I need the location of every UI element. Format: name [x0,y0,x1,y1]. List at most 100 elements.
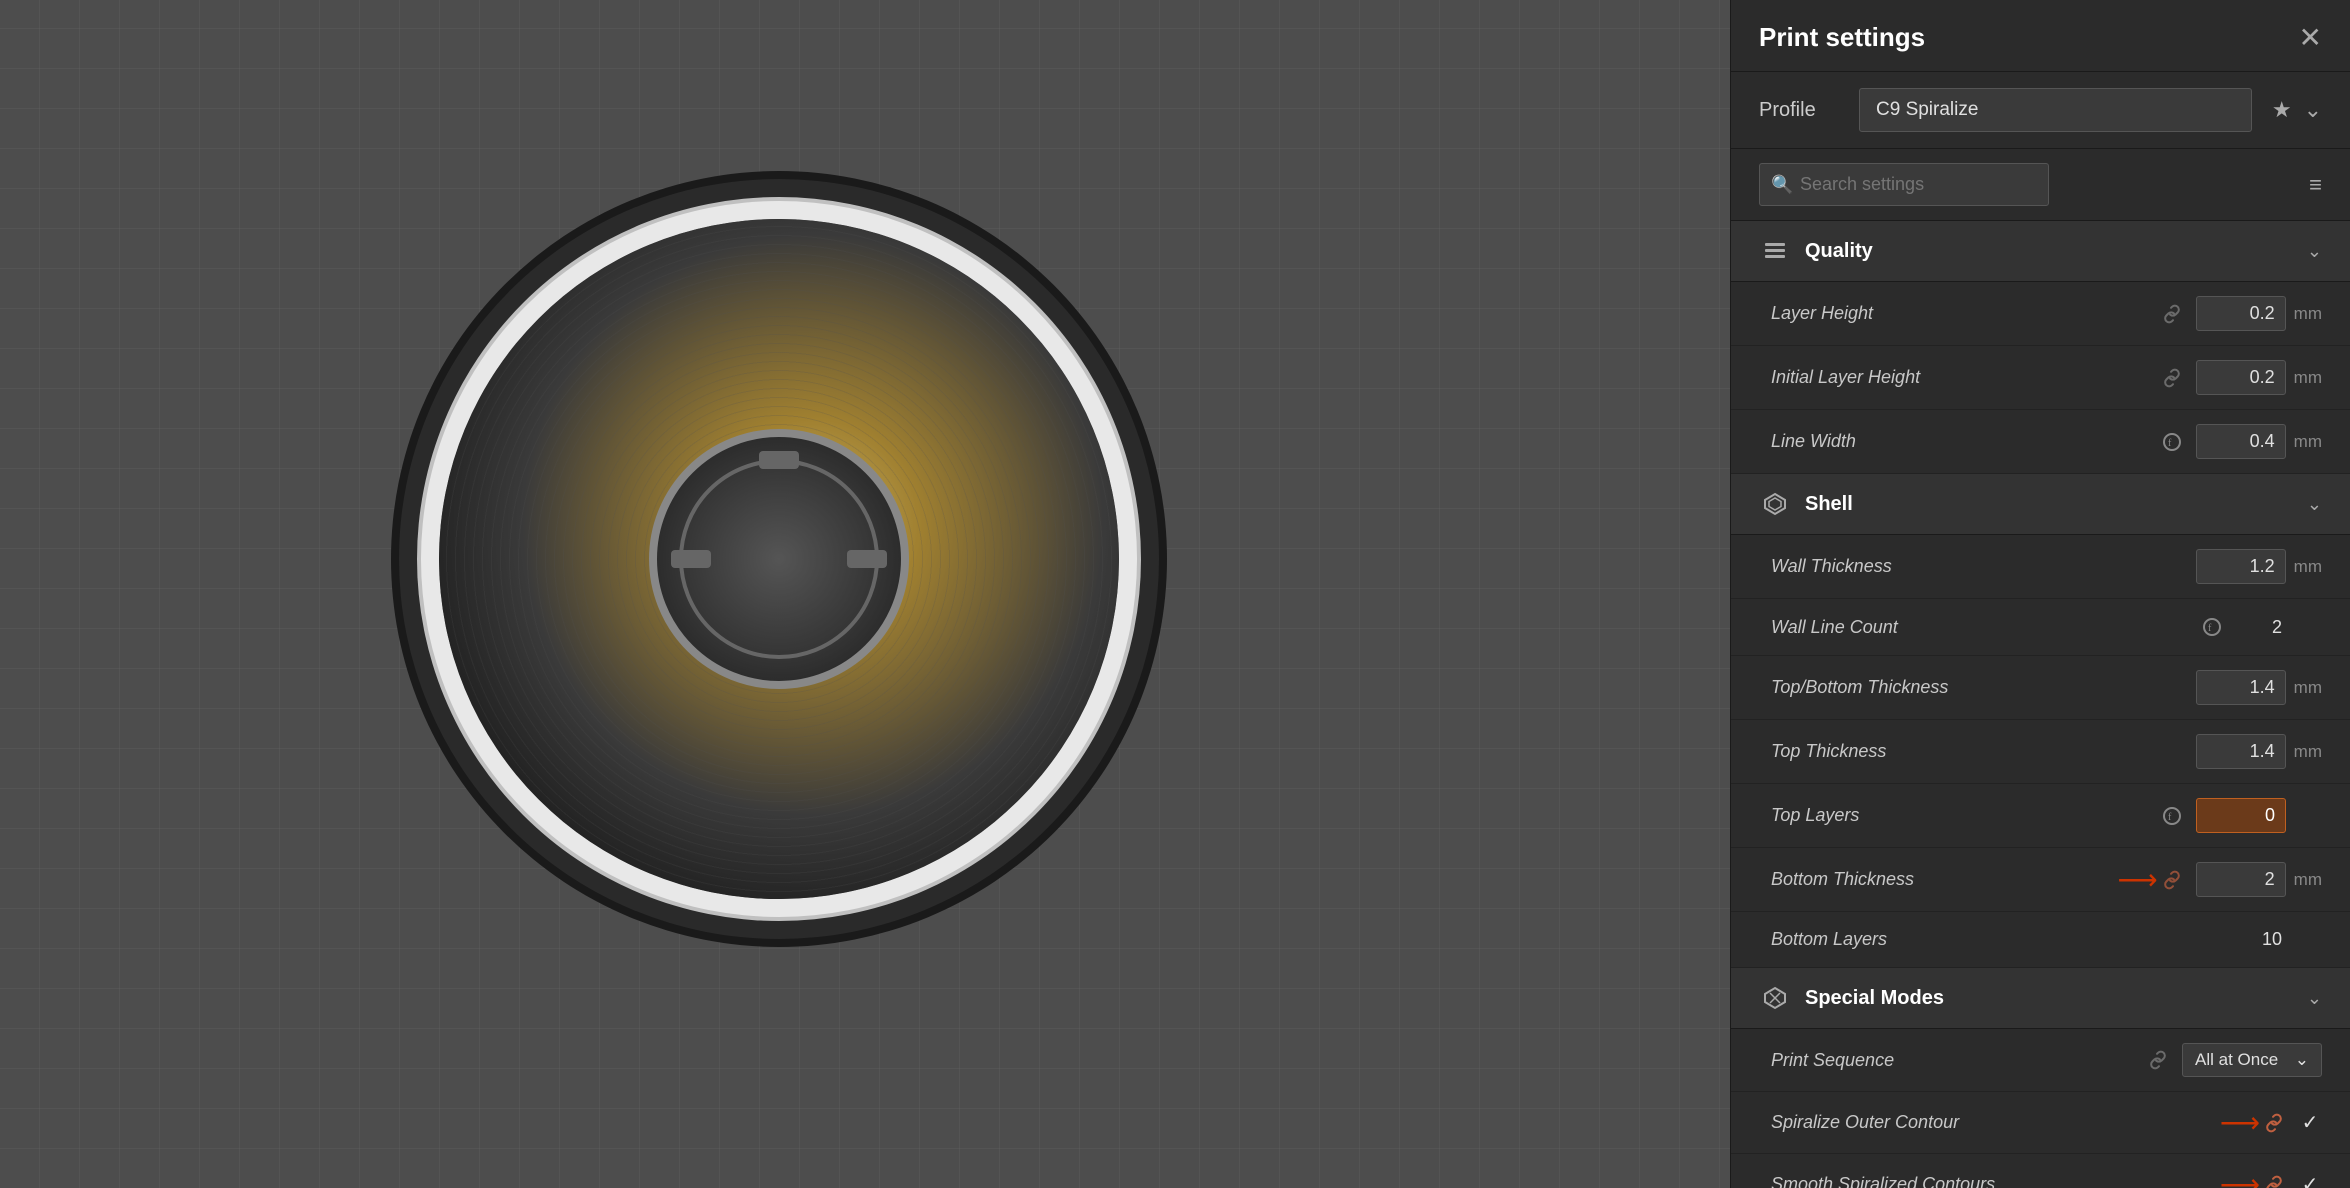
setting-spiralize-outer-contour: Spiralize Outer Contour ⟶ ✓ [1731,1092,2350,1154]
cylinder-inner-detail [679,459,879,659]
spiralize-checkbox[interactable]: ✓ [2298,1111,2322,1135]
search-wrapper: 🔍 [1759,163,2299,206]
panel-header: Print settings ✕ [1731,0,2350,72]
svg-text:f: f [2208,623,2212,634]
smooth-spiralized-checkbox[interactable]: ✓ [2298,1173,2322,1188]
top-layers-func-icon: f [2158,802,2186,830]
setting-wall-line-count: Wall Line Count f 2 [1731,599,2350,656]
connector-clip-right [847,550,887,568]
special-modes-section-title: Special Modes [1805,987,2307,1010]
section-quality[interactable]: Quality ⌄ [1731,221,2350,282]
bottom-layers-label: Bottom Layers [1771,929,2236,950]
line-width-unit: mm [2294,432,2322,452]
quality-section-icon [1759,235,1791,267]
spiralize-link-icon [2260,1109,2288,1137]
quality-section-title: Quality [1805,240,2307,263]
profile-label: Profile [1759,99,1839,122]
top-thickness-label: Top Thickness [1771,741,2196,762]
wall-thickness-input[interactable] [2196,549,2286,584]
top-bottom-thickness-label: Top/Bottom Thickness [1771,677,2196,698]
print-sequence-value: All at Once [2195,1050,2278,1070]
red-arrow-icon: ⟶ [2118,863,2158,896]
svg-text:f: f [2168,812,2172,823]
print-sequence-dropdown[interactable]: All at Once ⌄ [2182,1043,2322,1077]
search-row: 🔍 ≡ [1731,149,2350,221]
bottom-thickness-input[interactable] [2196,862,2286,897]
setting-initial-layer-height: Initial Layer Height mm [1731,346,2350,410]
line-width-func-icon: f [2158,428,2186,456]
section-shell[interactable]: Shell ⌄ [1731,474,2350,535]
spiralize-arrow: ⟶ [2220,1106,2288,1139]
setting-line-width: Line Width f mm [1731,410,2350,474]
top-layers-input[interactable] [2196,798,2286,833]
wall-thickness-label: Wall Thickness [1771,556,2196,577]
print-sequence-label: Print Sequence [1771,1050,2144,1071]
top-thickness-input[interactable] [2196,734,2286,769]
profile-select[interactable]: C9 Spiralize [1859,88,2252,132]
settings-list: Quality ⌄ Layer Height mm Initial Layer … [1731,221,2350,1188]
layer-height-unit: mm [2294,304,2322,324]
setting-print-sequence: Print Sequence All at Once ⌄ [1731,1029,2350,1092]
wall-line-count-value: 2 [2236,617,2286,638]
shell-chevron-icon: ⌄ [2307,494,2322,515]
search-icon: 🔍 [1771,174,1793,195]
line-width-input[interactable] [2196,424,2286,459]
connector-clip-top [759,451,799,469]
smooth-spiralized-arrow: ⟶ [2220,1168,2288,1188]
panel-title: Print settings [1759,22,1925,53]
smooth-spiralized-red-arrow-icon: ⟶ [2220,1168,2260,1188]
viewport-background [0,0,1730,1188]
bottom-layers-value: 10 [2236,929,2286,950]
bottom-thickness-unit: mm [2294,870,2322,890]
setting-layer-height: Layer Height mm [1731,282,2350,346]
special-modes-chevron-icon: ⌄ [2307,988,2322,1009]
spiralize-outer-contour-label: Spiralize Outer Contour [1771,1112,2220,1133]
setting-top-layers: Top Layers f [1731,784,2350,848]
setting-bottom-layers: Bottom Layers 10 [1731,912,2350,968]
wall-thickness-unit: mm [2294,557,2322,577]
smooth-spiralized-link-icon [2260,1171,2288,1188]
layer-height-label: Layer Height [1771,303,2158,324]
layer-height-input[interactable] [2196,296,2286,331]
initial-layer-height-label: Initial Layer Height [1771,367,2158,388]
connector-clip-left [671,550,711,568]
bottom-thickness-arrow: ⟶ [2118,863,2186,896]
initial-layer-height-input[interactable] [2196,360,2286,395]
close-button[interactable]: ✕ [2299,24,2322,52]
top-bottom-thickness-unit: mm [2294,678,2322,698]
setting-bottom-thickness: Bottom Thickness ⟶ mm [1731,848,2350,912]
smooth-spiralized-contours-label: Smooth Spiralized Contours [1771,1174,2220,1188]
setting-top-thickness: Top Thickness mm [1731,720,2350,784]
star-button[interactable]: ★ [2272,97,2292,123]
bottom-thickness-link-icon [2158,866,2186,894]
wall-line-count-func-icon: f [2198,613,2226,641]
section-special-modes[interactable]: Special Modes ⌄ [1731,968,2350,1029]
special-modes-section-icon [1759,982,1791,1014]
svg-text:f: f [2168,438,2172,449]
setting-top-bottom-thickness: Top/Bottom Thickness mm [1731,656,2350,720]
top-bottom-thickness-input[interactable] [2196,670,2286,705]
print-settings-panel: Print settings ✕ Profile C9 Spiralize ★ … [1730,0,2350,1188]
layer-height-link-icon [2158,300,2186,328]
profile-actions: ★ ⌄ [2272,97,2322,123]
cylinder-inner-ring [649,429,909,689]
3d-object [404,219,1154,969]
cylinder-body [439,219,1119,899]
initial-layer-height-unit: mm [2294,368,2322,388]
chevron-down-icon[interactable]: ⌄ [2304,97,2322,123]
line-width-label: Line Width [1771,431,2158,452]
setting-wall-thickness: Wall Thickness mm [1731,535,2350,599]
3d-viewport[interactable] [0,0,1730,1188]
top-thickness-unit: mm [2294,742,2322,762]
quality-chevron-icon: ⌄ [2307,241,2322,262]
shell-section-icon [1759,488,1791,520]
menu-icon[interactable]: ≡ [2309,172,2322,198]
bottom-thickness-label: Bottom Thickness [1771,869,2118,890]
spiralize-red-arrow-icon: ⟶ [2220,1106,2260,1139]
search-input[interactable] [1759,163,2049,206]
initial-layer-height-link-icon [2158,364,2186,392]
profile-value: C9 Spiralize [1876,99,1978,121]
shell-section-title: Shell [1805,493,2307,516]
print-sequence-link-icon [2144,1046,2172,1074]
print-sequence-dropdown-chevron: ⌄ [2295,1050,2309,1070]
